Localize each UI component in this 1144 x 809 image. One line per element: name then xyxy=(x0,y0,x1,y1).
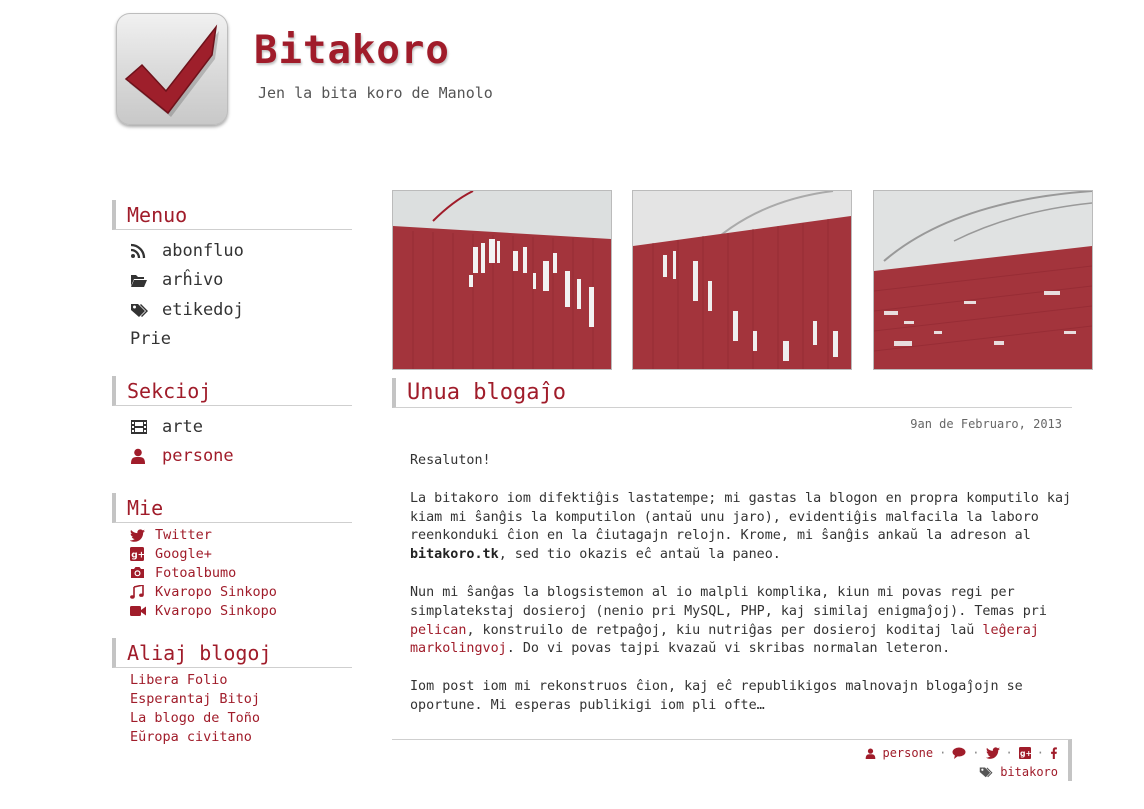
post-title[interactable]: Unua blogaĵo xyxy=(392,378,1072,408)
me-link-twitter[interactable]: Twitter xyxy=(130,526,352,545)
me-link-label: Fotoalbumo xyxy=(155,564,237,581)
header-image xyxy=(873,190,1093,370)
tags-icon xyxy=(130,302,152,318)
section-item-arte[interactable]: arte xyxy=(130,412,352,442)
post-date: 9an de Februaro, 2013 xyxy=(910,417,1062,431)
other-blogs-heading: Aliaj blogoj xyxy=(112,637,352,668)
post-paragraph: Resaluton! xyxy=(410,453,491,468)
other-blogs-section: Aliaj blogoj Libera Folio Esperantaj Bit… xyxy=(112,637,352,746)
camera-icon xyxy=(130,566,146,579)
separator: · xyxy=(1036,746,1044,760)
menu-item-prie[interactable]: Prie xyxy=(130,325,352,355)
header-image-strip xyxy=(392,190,1093,370)
me-link-kvaropo-music[interactable]: Kvaropo Sinkopo xyxy=(130,582,352,601)
post-category-link[interactable]: persone xyxy=(882,746,933,760)
music-icon xyxy=(130,584,146,599)
header-image xyxy=(392,190,612,370)
post-text: , konstruilo de retpaĝoj, kiu nutriĝas p… xyxy=(466,622,983,638)
me-heading: Mie xyxy=(112,493,352,523)
post-paragraph: La bitakoro iom difektiĝis lastatempe; m… xyxy=(410,490,1072,565)
menu-section: Menuo abonfluo arĥivo etikedoj Prie xyxy=(112,200,352,354)
me-link-fotoalbumo[interactable]: Fotoalbumo xyxy=(130,564,352,583)
section-item-persone[interactable]: persone xyxy=(130,442,352,472)
post-text: . Do vi povas tajpi kvazaŭ vi skribas no… xyxy=(506,641,951,657)
svg-text:g+: g+ xyxy=(131,551,144,561)
post-tag-link[interactable]: bitakoro xyxy=(1000,765,1058,779)
me-link-label: Google+ xyxy=(155,546,212,563)
user-icon xyxy=(130,448,152,465)
menu-item-etikedoj[interactable]: etikedoj xyxy=(130,295,352,325)
site-logo[interactable] xyxy=(116,13,228,125)
twitter-icon xyxy=(130,529,146,542)
video-camera-icon xyxy=(130,605,146,617)
post-text: Nun mi ŝanĝas la blogsistemon al io malp… xyxy=(410,584,1047,619)
user-icon xyxy=(865,747,876,759)
separator: · xyxy=(1005,746,1013,760)
menu-heading: Menuo xyxy=(112,200,352,230)
post-paragraph: Iom post iom mi rekonstruos ĉion, kaj eĉ… xyxy=(410,679,1023,713)
tags-icon xyxy=(979,766,994,778)
checkmark-icon xyxy=(124,24,219,117)
sidebar: Menuo abonfluo arĥivo etikedoj Prie Sekc… xyxy=(112,200,352,768)
menu-item-label: etikedoj xyxy=(162,299,244,320)
menu-item-label: Prie xyxy=(130,329,171,350)
site-subtitle: Jen la bita koro de Manolo xyxy=(258,84,493,102)
me-link-google-plus[interactable]: g+ Google+ xyxy=(130,545,352,564)
menu-item-abonfluo[interactable]: abonfluo xyxy=(130,236,352,266)
menu-item-label: arĥivo xyxy=(162,270,224,291)
post-paragraph: Nun mi ŝanĝas la blogsistemon al io malp… xyxy=(410,584,1072,659)
svg-text:g+: g+ xyxy=(1020,749,1031,758)
sections-section: Sekcioj arte persone xyxy=(112,376,352,471)
me-link-kvaropo-video[interactable]: Kvaropo Sinkopo xyxy=(130,601,352,620)
folder-open-icon xyxy=(130,272,152,288)
section-item-label: persone xyxy=(162,446,234,467)
blog-link[interactable]: Esperantaj Bitoj xyxy=(130,690,352,709)
facebook-share-icon[interactable] xyxy=(1050,747,1058,759)
me-link-label: Twitter xyxy=(155,527,212,544)
pelican-link[interactable]: pelican xyxy=(410,623,466,638)
post-text: , sed tio okazis eĉ antaŭ la paneo. xyxy=(498,547,781,563)
blog-link[interactable]: Libera Folio xyxy=(130,671,352,690)
google-plus-share-icon[interactable]: g+ xyxy=(1018,747,1031,759)
post-body: Resaluton! La bitakoro iom difektiĝis la… xyxy=(410,452,1072,735)
rss-icon xyxy=(130,243,152,259)
me-section: Mie Twitter g+ Google+ Fotoalbumo Kvarop… xyxy=(112,493,352,620)
me-link-label: Kvaropo Sinkopo xyxy=(155,583,277,600)
comment-icon[interactable] xyxy=(952,747,966,759)
menu-item-arhivo[interactable]: arĥivo xyxy=(130,266,352,296)
blog-link[interactable]: Eŭropa civitano xyxy=(130,727,352,746)
post-text: La bitakoro iom difektiĝis lastatempe; m… xyxy=(410,490,1072,544)
separator: · xyxy=(972,746,980,760)
site-title[interactable]: Bitakoro xyxy=(254,28,450,73)
menu-item-label: abonfluo xyxy=(162,240,244,261)
blog-link[interactable]: La blogo de Toño xyxy=(130,709,352,728)
sections-heading: Sekcioj xyxy=(112,376,352,406)
film-icon xyxy=(130,419,152,435)
separator: · xyxy=(939,746,947,760)
header-image xyxy=(632,190,852,370)
google-plus-icon: g+ xyxy=(130,547,146,562)
twitter-share-icon[interactable] xyxy=(985,747,1000,759)
section-item-label: arte xyxy=(162,416,203,437)
post-footer: persone · · · g+ · bitakoro xyxy=(392,739,1072,781)
domain-text: bitakoro.tk xyxy=(410,547,499,563)
me-link-label: Kvaropo Sinkopo xyxy=(155,602,277,619)
